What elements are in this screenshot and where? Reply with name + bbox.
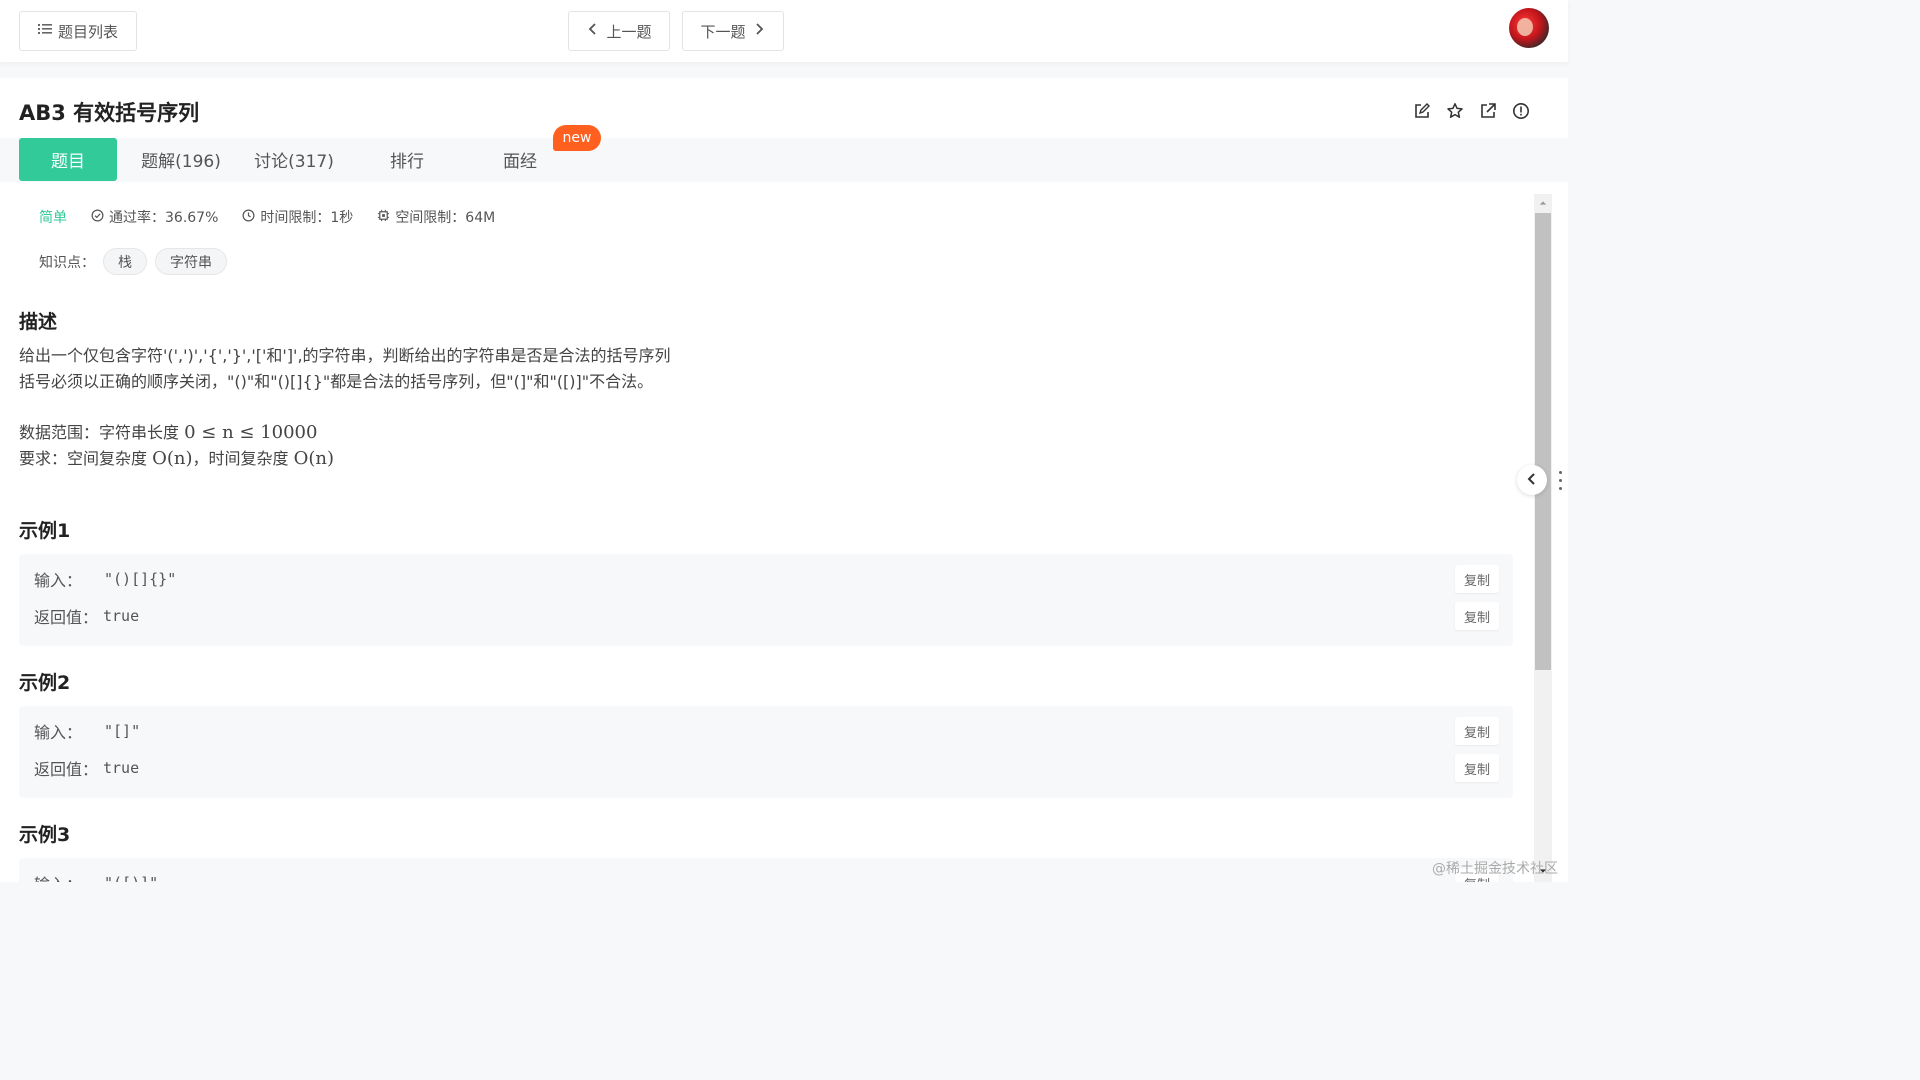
problem-title: AB3 有效括号序列 [19, 101, 200, 125]
description-line-1: 给出一个仅包含字符'(',')','{','}','['和']',的字符串，判断… [19, 346, 671, 365]
time-complexity: O(n) [293, 448, 334, 469]
user-avatar[interactable] [1509, 8, 1549, 48]
share-icon[interactable] [1479, 102, 1497, 120]
example-1-heading: 示例1 [19, 520, 71, 542]
title-actions [1413, 102, 1530, 120]
requirement-label: 要求：空间复杂度 [19, 449, 153, 468]
example-2-input-value: "[]" [104, 722, 141, 740]
description-heading: 描述 [19, 311, 58, 333]
example-2: 输入： "[]" 复制 返回值： true 复制 [19, 706, 1513, 798]
scrollbar-thumb[interactable] [1535, 213, 1551, 670]
data-range-math: 0 ≤ n ≤ 10000 [184, 422, 318, 443]
problem-list-button[interactable]: 题目列表 [19, 11, 137, 51]
knowledge-points: 知识点： 栈 字符串 [39, 248, 227, 275]
edit-icon[interactable] [1413, 102, 1431, 120]
scroll-up-icon[interactable] [1536, 196, 1550, 210]
example-3: 输入： "([)]" 复制 [19, 858, 1513, 882]
tag-stack[interactable]: 栈 [103, 248, 147, 275]
output-label: 返回值： [34, 760, 99, 779]
example-2-heading: 示例2 [19, 672, 71, 694]
check-circle-icon [91, 209, 104, 226]
data-range-label: 数据范围：字符串长度 [19, 423, 185, 442]
star-icon[interactable] [1446, 102, 1464, 120]
next-problem-label: 下一题 [700, 22, 746, 41]
example-2-output-value: true [103, 759, 140, 777]
description-line-2: 括号必须以正确的顺序关闭，"()"和"()[]{}"都是合法的括号序列，但"(]… [19, 372, 654, 391]
tab-ranking[interactable]: 排行 [356, 138, 458, 181]
example-1-output: 返回值： true [34, 604, 139, 628]
copy-button[interactable]: 复制 [1455, 602, 1499, 630]
prev-problem-button[interactable]: 上一题 [568, 11, 670, 51]
complexity-requirement: 要求：空间复杂度 O(n)，时间复杂度 O(n) [19, 446, 334, 472]
pass-rate-text: 通过率：36.67% [109, 210, 219, 226]
example-1-output-value: true [103, 607, 140, 625]
collapse-panel-button[interactable] [1517, 465, 1547, 495]
copy-button[interactable]: 复制 [1455, 754, 1499, 782]
space-complexity: O(n) [152, 448, 193, 469]
input-label: 输入： [34, 723, 83, 742]
constraints: 数据范围：字符串长度 0 ≤ n ≤ 10000 要求：空间复杂度 O(n)，时… [19, 420, 334, 472]
more-options-icon[interactable] [1555, 468, 1565, 492]
data-range: 数据范围：字符串长度 0 ≤ n ≤ 10000 [19, 420, 334, 446]
example-3-input: 输入： "([)]" [34, 871, 158, 882]
example-2-input: 输入： "[]" [34, 719, 140, 743]
space-limit-text: 空间限制：64M [395, 210, 496, 226]
time-limit: 时间限制：1秒 [242, 207, 353, 227]
problem-panel: AB3 有效括号序列 题目 题解(196) 讨论(317) 排行 面经 new … [0, 78, 1568, 882]
problem-tabs: 题目 题解(196) 讨论(317) 排行 面经 new [0, 125, 1568, 182]
example-3-input-value: "([)]" [104, 874, 158, 882]
chevron-left-icon [1525, 471, 1539, 490]
pass-rate: 通过率：36.67% [91, 207, 218, 227]
clock-icon [242, 209, 255, 226]
tab-solutions[interactable]: 题解(196) [130, 138, 232, 181]
report-icon[interactable] [1512, 102, 1530, 120]
input-label: 输入： [34, 871, 98, 882]
copy-button[interactable]: 复制 [1455, 565, 1499, 593]
output-label: 返回值： [34, 608, 99, 627]
chevron-right-icon [752, 22, 766, 40]
list-icon [37, 22, 52, 40]
example-2-output: 返回值： true [34, 756, 139, 780]
difficulty-label: 简单 [39, 210, 67, 226]
space-limit: 空间限制：64M [377, 207, 495, 227]
top-bar: 题目列表 上一题 下一题 [0, 0, 1568, 62]
tab-discussion[interactable]: 讨论(317) [243, 138, 345, 181]
example-1: 输入： "()[]{}" 复制 返回值： true 复制 [19, 554, 1513, 646]
example-3-heading: 示例3 [19, 824, 71, 846]
problem-meta: 简单 通过率：36.67% 时间限制：1秒 空间限制：64M [39, 207, 519, 227]
problem-list-label: 题目列表 [57, 22, 118, 41]
time-limit-text: 时间限制：1秒 [260, 210, 354, 226]
chip-icon [377, 209, 390, 226]
copy-button[interactable]: 复制 [1455, 717, 1499, 745]
problem-content: 简单 通过率：36.67% 时间限制：1秒 空间限制：64M 知识点： 栈 字符… [0, 193, 1530, 882]
prev-problem-label: 上一题 [606, 22, 652, 41]
next-problem-button[interactable]: 下一题 [682, 11, 784, 51]
knowledge-label: 知识点： [39, 254, 95, 271]
requirement-mid: ，时间复杂度 [192, 449, 294, 468]
tag-string[interactable]: 字符串 [155, 248, 227, 275]
example-1-input: 输入： "()[]{}" [34, 567, 176, 591]
chevron-left-icon [586, 22, 600, 40]
input-label: 输入： [34, 571, 83, 590]
new-badge: new [553, 125, 601, 151]
tab-problem[interactable]: 题目 [19, 138, 117, 181]
watermark: @稀土掘金技术社区 [1432, 861, 1558, 877]
description-body: 给出一个仅包含字符'(',')','{','}','['和']',的字符串，判断… [19, 343, 671, 395]
example-1-input-value: "()[]{}" [104, 570, 177, 588]
